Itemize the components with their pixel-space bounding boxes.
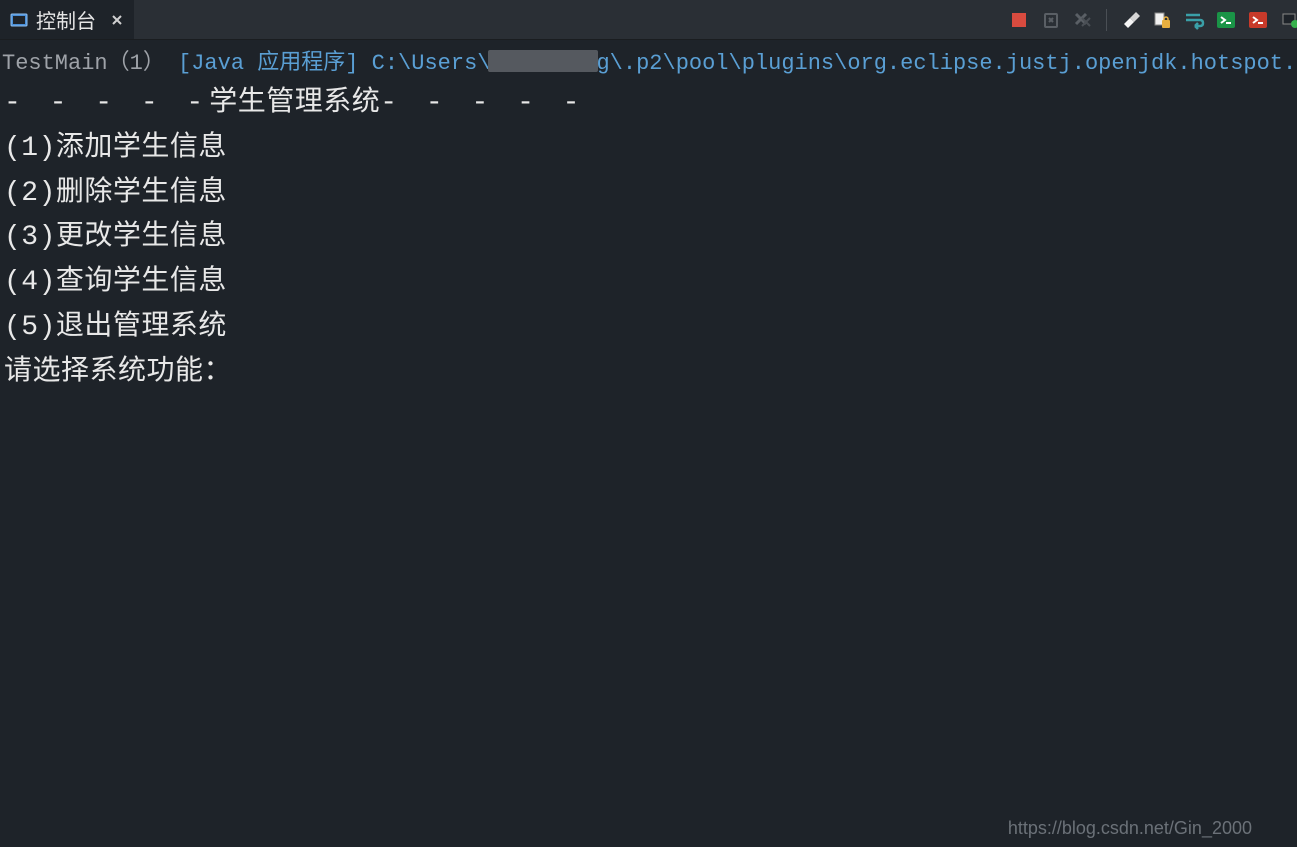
console-line: (2)删除学生信息 [4,172,1297,217]
process-name: TestMain（1） [2,51,165,76]
console-line: (1)添加学生信息 [4,127,1297,172]
console-tab-title: 控制台 [36,5,96,34]
process-type: [Java 应用程序] [178,51,358,76]
console-icon [10,11,28,29]
open-console-green-icon[interactable] [1213,7,1239,33]
console-line: (5)退出管理系统 [4,306,1297,351]
clear-console-icon[interactable] [1117,7,1143,33]
redacted-username [488,50,598,72]
close-tab-icon[interactable] [110,13,124,27]
remove-all-terminated-icon[interactable] [1070,7,1096,33]
watermark: https://blog.csdn.net/Gin_2000 [1008,818,1252,839]
console-line: (4)查询学生信息 [4,261,1297,306]
console-tab[interactable]: 控制台 [0,0,134,39]
remove-launch-icon[interactable] [1038,7,1064,33]
separator [1106,9,1107,31]
process-info: TestMain（1） [Java 应用程序] C:\Users\ g\.p2\p… [0,40,1297,82]
process-path-prefix: C:\Users\ [358,51,490,76]
console-tab-bar: 控制台 [0,0,1297,40]
terminate-icon[interactable] [1006,7,1032,33]
open-console-red-icon[interactable] [1245,7,1271,33]
pin-console-icon[interactable] [1277,7,1297,33]
console-line: - - - - -学生管理系统- - - - - [4,82,1297,127]
process-path-suffix: g\.p2\pool\plugins\org.eclipse.justj.ope… [596,51,1297,76]
console-line: (3)更改学生信息 [4,216,1297,261]
console-line: 请选择系统功能： [4,351,1297,396]
scroll-lock-icon[interactable] [1149,7,1175,33]
console-toolbar [1006,0,1297,39]
console-output[interactable]: - - - - -学生管理系统- - - - - (1)添加学生信息 (2)删除… [0,82,1297,847]
word-wrap-icon[interactable] [1181,7,1207,33]
